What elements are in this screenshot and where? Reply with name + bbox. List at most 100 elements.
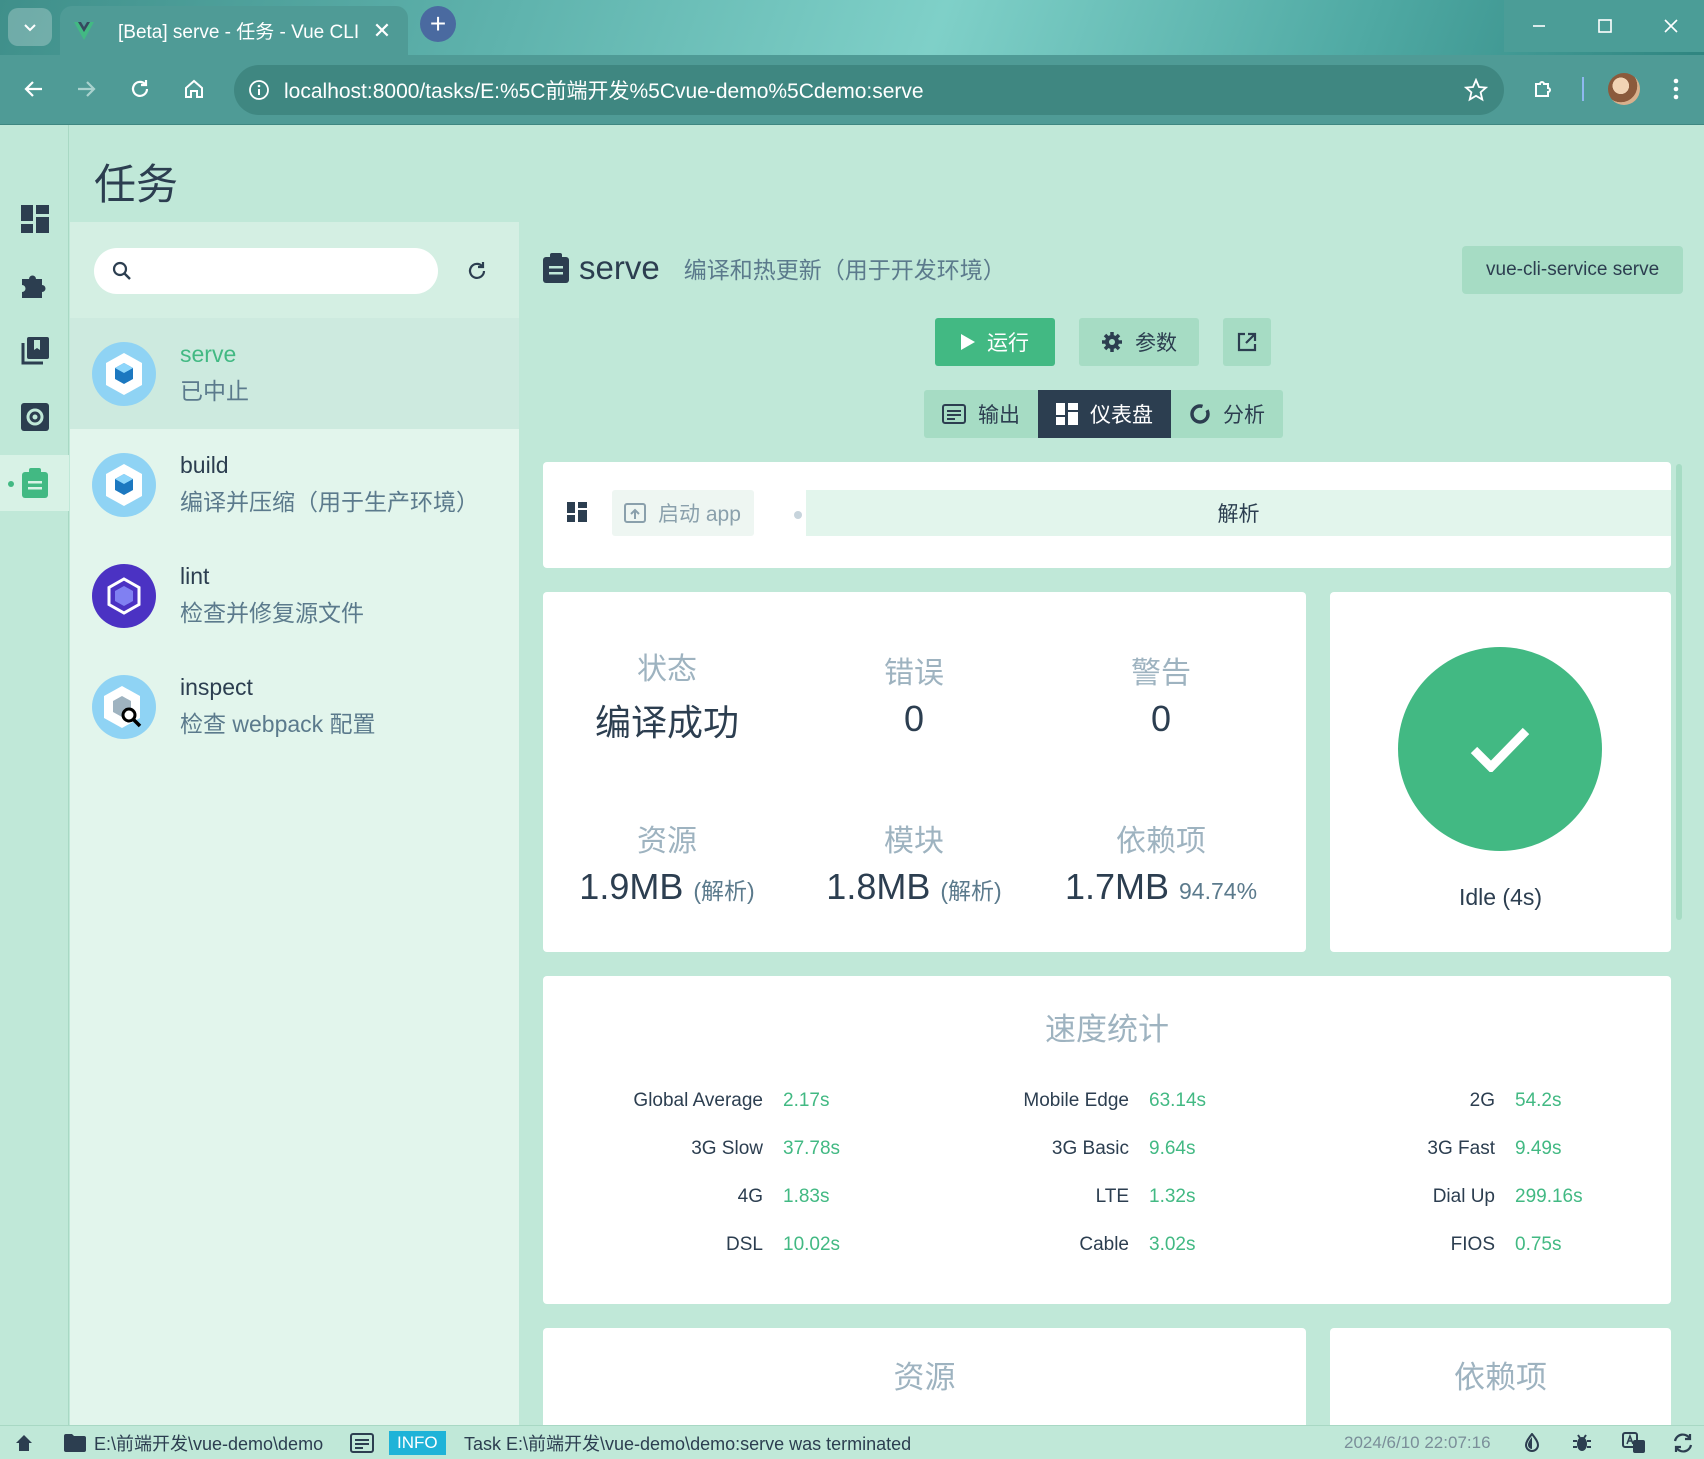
close-tab-icon[interactable]: ✕ xyxy=(370,18,394,43)
card-title: 资源 xyxy=(893,1360,956,1395)
active-indicator xyxy=(8,481,14,487)
parsed-link[interactable]: (解析) xyxy=(940,878,1001,904)
site-info-icon[interactable] xyxy=(234,79,284,101)
browser-toolbar: localhost:8000/tasks/E:%5C前端开发%5Cvue-dem… xyxy=(0,55,1704,125)
refresh-button[interactable] xyxy=(458,252,496,290)
task-item-serve[interactable]: serve 已中止 xyxy=(70,318,519,429)
folder-icon xyxy=(64,1434,86,1452)
build-status-card: 状态 编译成功 错误 0 警告 0 资源 1.9MB (解析) 模块 1.8MB… xyxy=(543,592,1306,952)
puzzle-icon xyxy=(21,275,45,298)
cwd-button[interactable]: E:\前端开发\vue-demo\demo xyxy=(64,1426,323,1459)
task-item-inspect[interactable]: inspect 检查 webpack 配置 xyxy=(70,651,519,762)
stat-modules: 模块 1.8MB (解析) xyxy=(794,816,1034,908)
home-icon[interactable] xyxy=(14,1426,34,1459)
bug-report-icon[interactable] xyxy=(1572,1426,1592,1459)
speed-key: Global Average xyxy=(633,1090,763,1111)
speed-key: 3G Slow xyxy=(691,1138,763,1159)
open-in-new-icon xyxy=(1237,332,1257,352)
speed-value: 9.64s xyxy=(1149,1138,1196,1159)
tab-dashboard[interactable]: 仪表盘 xyxy=(1038,390,1171,438)
address-bar[interactable]: localhost:8000/tasks/E:%5C前端开发%5Cvue-dem… xyxy=(234,65,1504,115)
search-input[interactable] xyxy=(142,260,438,282)
task-name: lint xyxy=(180,563,210,589)
stat-value: 编译成功 xyxy=(594,702,739,743)
speed-title: 速度统计 xyxy=(1045,1012,1169,1047)
tab-output[interactable]: 输出 xyxy=(924,390,1038,438)
idle-text: Idle (4s) xyxy=(1458,884,1543,910)
speed-item: Dial Up 299.16s xyxy=(1275,1186,1583,1208)
speed-value: 0.75s xyxy=(1515,1234,1562,1255)
refresh-icon xyxy=(468,262,486,279)
home-button[interactable] xyxy=(174,69,214,109)
minimize-button[interactable] xyxy=(1506,0,1572,52)
dashboard-icon xyxy=(20,205,49,233)
rail-dependencies[interactable] xyxy=(0,323,69,379)
open-external-button[interactable] xyxy=(1223,318,1271,366)
puzzle-icon xyxy=(1535,81,1551,97)
parsed-link[interactable]: (解析) xyxy=(693,878,754,904)
new-tab-button[interactable]: + xyxy=(420,6,456,42)
chevron-down-icon xyxy=(24,24,36,32)
stat-label: 警告 xyxy=(1131,657,1191,690)
stat-label: 依赖项 xyxy=(1116,825,1206,858)
page-title: 任务 xyxy=(94,161,179,208)
back-button[interactable] xyxy=(14,69,54,109)
speed-value: 1.83s xyxy=(783,1186,830,1207)
tab-label: 输出 xyxy=(978,404,1020,427)
task-name: build xyxy=(180,452,229,478)
speed-value: 9.49s xyxy=(1515,1138,1562,1159)
rail-dashboard[interactable] xyxy=(0,191,69,247)
card-title: 依赖项 xyxy=(1454,1360,1547,1395)
maximize-button[interactable] xyxy=(1572,0,1638,52)
speed-item: 3G Slow 37.78s xyxy=(543,1138,840,1160)
reload-button[interactable] xyxy=(120,69,160,109)
check-icon xyxy=(1470,727,1530,772)
refresh-icon[interactable] xyxy=(1672,1426,1694,1459)
scrollbar[interactable] xyxy=(1676,464,1682,920)
rail-config[interactable] xyxy=(0,389,69,445)
params-button[interactable]: 参数 xyxy=(1079,318,1199,366)
dashboard-icon[interactable] xyxy=(567,502,587,522)
stat-label: 模块 xyxy=(884,825,944,858)
stat-label: 资源 xyxy=(637,825,697,858)
more-vertical-icon xyxy=(1673,78,1679,100)
task-item-lint[interactable]: lint 检查并修复源文件 xyxy=(70,540,519,651)
browser-tab[interactable]: [Beta] serve - 任务 - Vue CLI ✕ xyxy=(60,6,408,55)
task-header: serve 编译和热更新（用于开发环境） xyxy=(543,248,1006,288)
theme-toggle-icon[interactable] xyxy=(1522,1426,1542,1459)
arrow-right-icon xyxy=(78,81,96,97)
tab-analyzer[interactable]: 分析 xyxy=(1171,390,1283,438)
analyze-tab[interactable]: 解析 xyxy=(806,490,1671,536)
rail-plugins[interactable] xyxy=(0,257,69,313)
extensions-button[interactable] xyxy=(1524,69,1564,109)
search-box[interactable] xyxy=(94,248,438,294)
rail-tasks[interactable] xyxy=(0,455,69,511)
stat-value-row: 1.7MB 94.74% xyxy=(1041,866,1281,908)
speed-key: DSL xyxy=(726,1234,763,1255)
log-message[interactable]: Task E:\前端开发\vue-demo\demo:serve was ter… xyxy=(464,1426,911,1459)
toolbar-divider xyxy=(1582,77,1584,101)
launch-app-button[interactable]: 启动 app xyxy=(612,490,754,536)
url-text: localhost:8000/tasks/E:%5C前端开发%5Cvue-dem… xyxy=(284,80,924,103)
speed-value: 37.78s xyxy=(783,1138,841,1159)
profile-avatar[interactable] xyxy=(1608,73,1640,105)
task-name: inspect xyxy=(180,674,253,700)
tab-title: [Beta] serve - 任务 - Vue CLI xyxy=(118,22,360,43)
search-row xyxy=(70,222,519,318)
speed-value: 54.2s xyxy=(1515,1090,1562,1111)
stat-value: 1.8MB xyxy=(826,866,931,907)
home-icon xyxy=(185,79,203,98)
bookmark-star-icon[interactable] xyxy=(1448,78,1504,102)
task-item-build[interactable]: build 编译并压缩（用于生产环境） xyxy=(70,429,519,540)
close-window-button[interactable] xyxy=(1638,0,1704,52)
forward-button[interactable] xyxy=(66,69,106,109)
browser-menu-button[interactable] xyxy=(1656,69,1696,109)
log-time: 2024/6/10 22:07:16 xyxy=(1344,1433,1491,1452)
run-button[interactable]: 运行 xyxy=(935,318,1055,366)
tab-search-button[interactable] xyxy=(8,8,52,46)
maximize-icon xyxy=(1598,19,1612,33)
cwd-text: E:\前端开发\vue-demo\demo xyxy=(94,1434,324,1454)
translate-icon[interactable] xyxy=(1622,1426,1646,1459)
console-log-icon[interactable] xyxy=(350,1426,374,1459)
log-level-badge: INFO xyxy=(389,1426,446,1459)
